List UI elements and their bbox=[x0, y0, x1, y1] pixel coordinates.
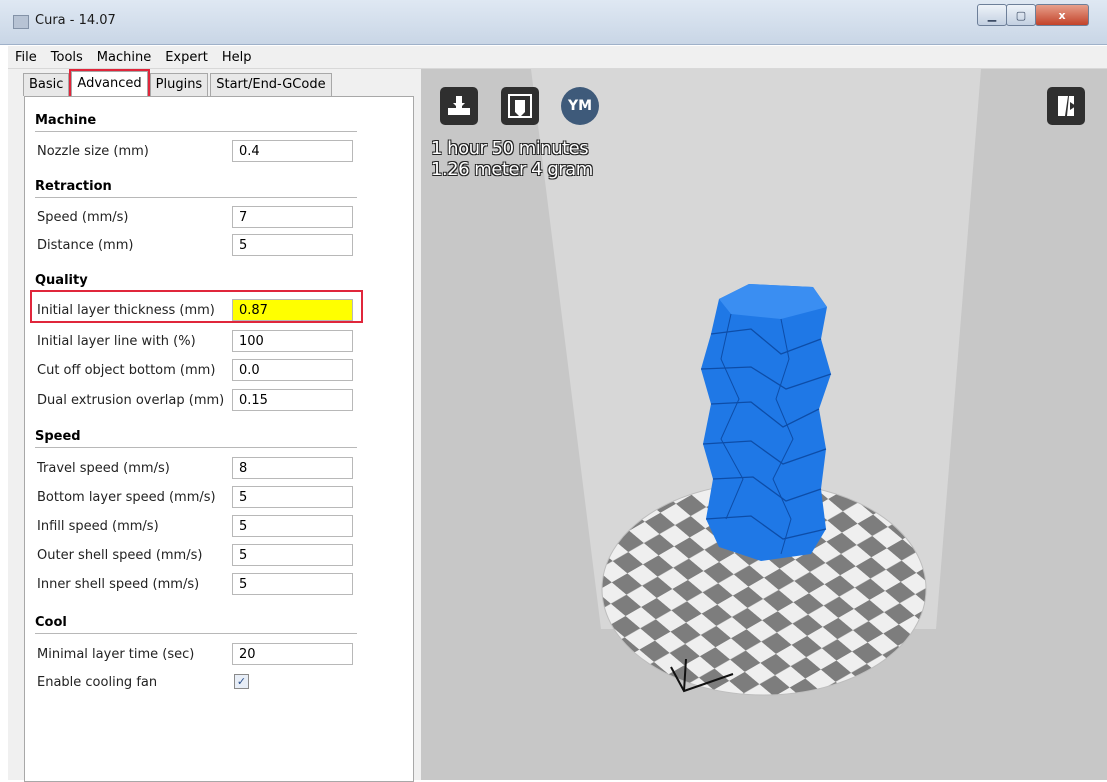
section-cool: Cool bbox=[35, 615, 357, 634]
settings-panel: Basic Advanced Plugins Start/End-GCode M… bbox=[8, 69, 421, 782]
initial-layer-line-width-row: Initial layer line with (%) 100 bbox=[35, 330, 405, 354]
initial-layer-thickness-label: Initial layer thickness (mm) bbox=[37, 303, 215, 318]
enable-cooling-fan-label: Enable cooling fan bbox=[37, 675, 158, 690]
inner-shell-speed-row: Inner shell speed (mm/s) 5 bbox=[35, 573, 405, 597]
infill-speed-row: Infill speed (mm/s) 5 bbox=[35, 515, 405, 539]
section-machine: Machine bbox=[35, 113, 357, 132]
nozzle-size-input[interactable]: 0.4 bbox=[232, 140, 353, 162]
retraction-distance-label: Distance (mm) bbox=[37, 238, 134, 253]
retraction-distance-input[interactable]: 5 bbox=[232, 234, 353, 256]
travel-speed-label: Travel speed (mm/s) bbox=[37, 461, 170, 476]
menu-bar: File Tools Machine Expert Help bbox=[8, 46, 1107, 69]
maximize-button[interactable]: ▢ bbox=[1006, 4, 1036, 26]
cut-off-bottom-input[interactable]: 0.0 bbox=[232, 359, 353, 381]
print-icon[interactable] bbox=[501, 87, 539, 125]
infill-speed-label: Infill speed (mm/s) bbox=[37, 519, 159, 534]
inner-shell-speed-label: Inner shell speed (mm/s) bbox=[37, 577, 200, 592]
initial-layer-line-width-input[interactable]: 100 bbox=[232, 330, 353, 352]
section-retraction: Retraction bbox=[35, 179, 357, 198]
material-usage: 1.26 meter 4 gram bbox=[431, 159, 593, 180]
view-mode-icon[interactable] bbox=[1047, 87, 1085, 125]
enable-cooling-fan-row: Enable cooling fan ✓ bbox=[35, 671, 405, 695]
section-speed: Speed bbox=[35, 429, 357, 448]
retraction-speed-row: Speed (mm/s) 7 bbox=[35, 206, 405, 230]
tab-start-end-gcode[interactable]: Start/End-GCode bbox=[210, 73, 332, 96]
initial-layer-line-width-label: Initial layer line with (%) bbox=[37, 334, 196, 349]
outer-shell-speed-input[interactable]: 5 bbox=[232, 544, 353, 566]
menu-machine[interactable]: Machine bbox=[90, 50, 158, 65]
minimal-layer-time-row: Minimal layer time (sec) 20 bbox=[35, 643, 405, 667]
initial-layer-thickness-row: Initial layer thickness (mm) 0.87 bbox=[35, 299, 405, 323]
tab-basic[interactable]: Basic bbox=[23, 73, 70, 96]
dual-extrusion-overlap-row: Dual extrusion overlap (mm) 0.15 bbox=[35, 389, 405, 413]
app-icon bbox=[13, 15, 29, 29]
ym-icon[interactable]: YM bbox=[561, 87, 599, 125]
cut-off-bottom-label: Cut off object bottom (mm) bbox=[37, 363, 216, 378]
travel-speed-row: Travel speed (mm/s) 8 bbox=[35, 457, 405, 481]
window-title: Cura - 14.07 bbox=[35, 13, 116, 28]
cut-off-bottom-row: Cut off object bottom (mm) 0.0 bbox=[35, 359, 405, 383]
travel-speed-input[interactable]: 8 bbox=[232, 457, 353, 479]
retraction-speed-label: Speed (mm/s) bbox=[37, 210, 129, 225]
nozzle-size-label: Nozzle size (mm) bbox=[37, 144, 149, 159]
infill-speed-input[interactable]: 5 bbox=[232, 515, 353, 537]
menu-file[interactable]: File bbox=[8, 50, 44, 65]
title-bar: Cura - 14.07 ▁ ▢ x bbox=[0, 0, 1107, 45]
outer-shell-speed-label: Outer shell speed (mm/s) bbox=[37, 548, 203, 563]
bottom-layer-speed-input[interactable]: 5 bbox=[232, 486, 353, 508]
menu-help[interactable]: Help bbox=[215, 50, 259, 65]
tab-plugins[interactable]: Plugins bbox=[149, 73, 209, 96]
nozzle-size-row: Nozzle size (mm) 0.4 bbox=[35, 140, 405, 164]
inner-shell-speed-input[interactable]: 5 bbox=[232, 573, 353, 595]
menu-tools[interactable]: Tools bbox=[44, 50, 90, 65]
outer-shell-speed-row: Outer shell speed (mm/s) 5 bbox=[35, 544, 405, 568]
print-time: 1 hour 50 minutes bbox=[431, 138, 589, 159]
menu-expert[interactable]: Expert bbox=[158, 50, 215, 65]
load-model-icon[interactable] bbox=[440, 87, 478, 125]
minimize-button[interactable]: ▁ bbox=[977, 4, 1007, 26]
enable-cooling-fan-checkbox[interactable]: ✓ bbox=[234, 674, 249, 689]
3d-viewport[interactable]: YM 1 hour 50 minutes 1.26 meter 4 gram bbox=[421, 69, 1107, 780]
bottom-layer-speed-label: Bottom layer speed (mm/s) bbox=[37, 490, 216, 505]
settings-tabs: Basic Advanced Plugins Start/End-GCode bbox=[23, 69, 334, 98]
bottom-layer-speed-row: Bottom layer speed (mm/s) 5 bbox=[35, 486, 405, 510]
minimal-layer-time-input[interactable]: 20 bbox=[232, 643, 353, 665]
retraction-distance-row: Distance (mm) 5 bbox=[35, 234, 405, 258]
3d-model bbox=[700, 284, 832, 561]
close-button[interactable]: x bbox=[1035, 4, 1089, 26]
dual-extrusion-overlap-input[interactable]: 0.15 bbox=[232, 389, 353, 411]
initial-layer-thickness-input[interactable]: 0.87 bbox=[232, 299, 353, 321]
retraction-speed-input[interactable]: 7 bbox=[232, 206, 353, 228]
tab-advanced[interactable]: Advanced bbox=[69, 69, 150, 98]
advanced-tab-page: Machine Nozzle size (mm) 0.4 Retraction … bbox=[24, 96, 414, 782]
dual-extrusion-overlap-label: Dual extrusion overlap (mm) bbox=[37, 393, 225, 408]
minimal-layer-time-label: Minimal layer time (sec) bbox=[37, 647, 195, 662]
ym-label: YM bbox=[567, 98, 593, 114]
